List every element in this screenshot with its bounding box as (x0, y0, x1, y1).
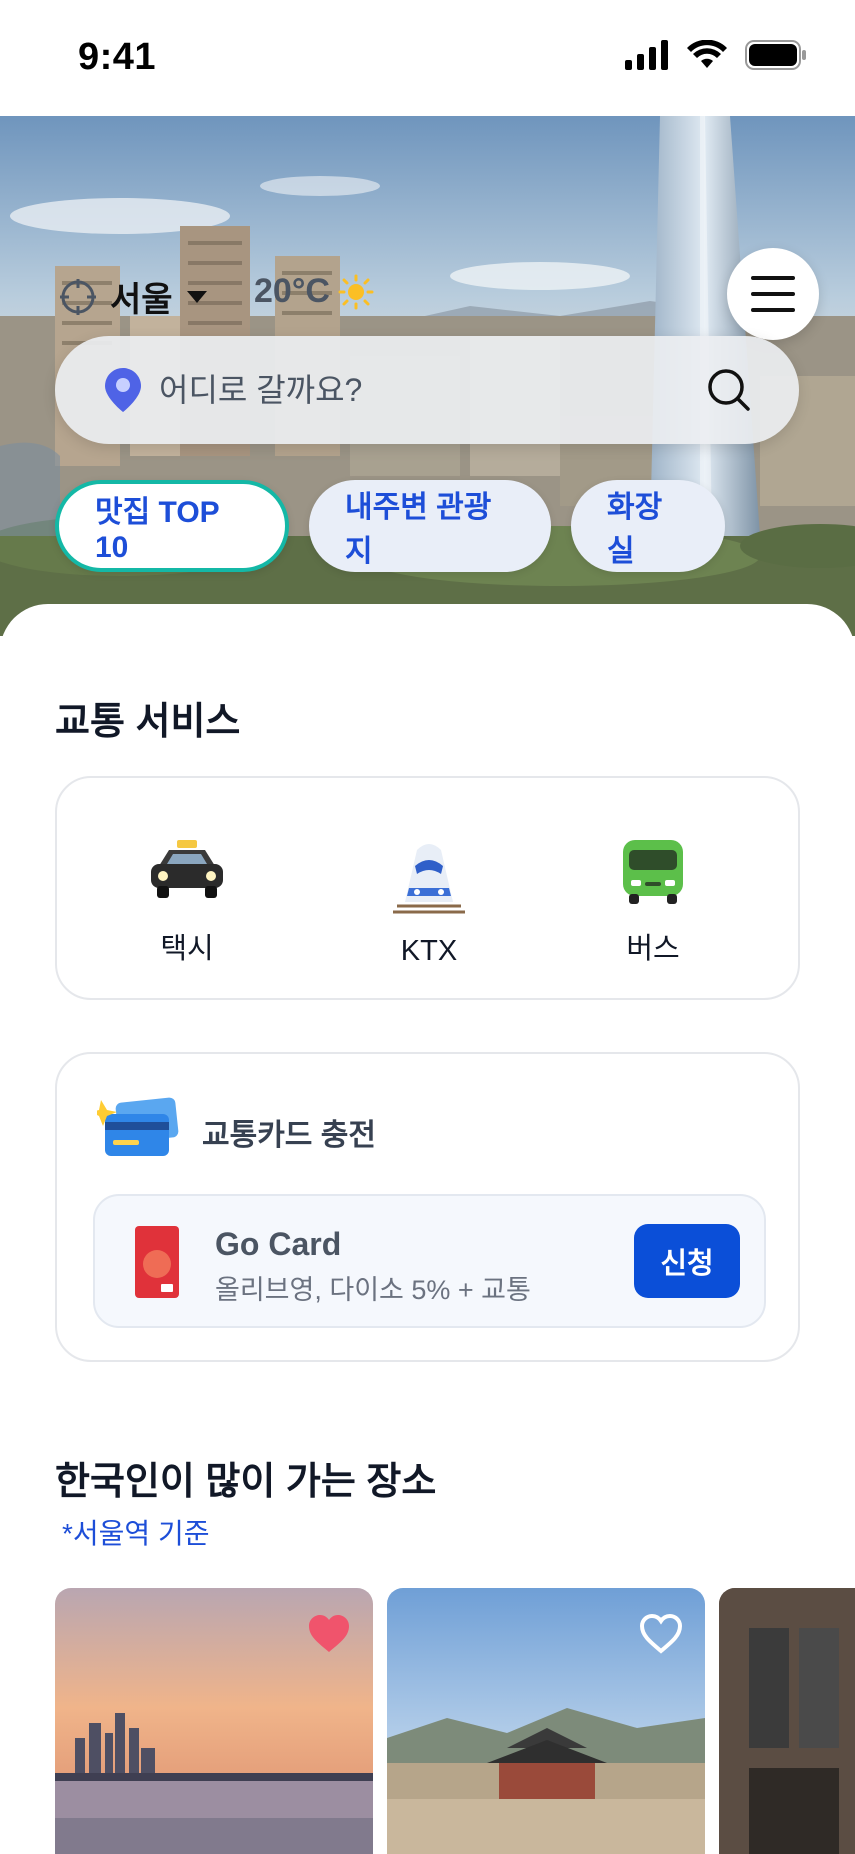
ktx-train-icon (393, 844, 465, 914)
sun-icon (338, 274, 374, 309)
location-selector[interactable]: 서울 (58, 272, 209, 321)
status-bar: 9:41 (0, 0, 855, 116)
place-card-han-river[interactable] (55, 1588, 373, 1854)
battery-icon (745, 40, 806, 70)
menu-line (751, 308, 795, 312)
chip-nearby-attractions[interactable]: 내주변 관광지 (309, 480, 551, 572)
credit-card-icon (97, 1097, 179, 1156)
transport-item-ktx[interactable]: KTX (359, 836, 499, 968)
go-card-name: Go Card (215, 1226, 342, 1262)
go-card-description: 올리브영, 다이소 5% + 교통 (215, 1275, 531, 1305)
transport-section-title: 교통 서비스 (55, 701, 241, 743)
bus-label: 버스 (626, 933, 680, 965)
caret-down-icon (186, 290, 207, 303)
transport-service-card: 택시 KTX 버스 (55, 776, 800, 1000)
search-icon[interactable] (707, 368, 751, 412)
popular-places-note: *서울역 기준 (62, 1518, 210, 1549)
popular-places-carousel[interactable] (55, 1588, 855, 1854)
locate-crosshair-icon (60, 278, 96, 315)
go-card-image (135, 1226, 179, 1298)
taxi-label: 택시 (160, 933, 214, 965)
wifi-icon (687, 40, 727, 68)
location-city: 서울 (110, 281, 173, 319)
transport-item-bus[interactable]: 버스 (583, 836, 723, 967)
menu-line (751, 292, 795, 296)
ktx-label: KTX (400, 935, 458, 967)
place-card-palace[interactable] (387, 1588, 705, 1854)
hamburger-menu-button[interactable] (727, 248, 819, 340)
street-cafe-image (719, 1588, 855, 1854)
quick-filter-chips: 맛집 TOP 10 내주변 관광지 화장실 (55, 480, 725, 572)
place-card-street-cafe[interactable] (719, 1588, 855, 1854)
signal-icon (625, 40, 668, 70)
chip-restroom[interactable]: 화장실 (571, 480, 725, 572)
heart-filled-icon[interactable] (307, 1614, 351, 1654)
go-card-offer[interactable]: Go Card 올리브영, 다이소 5% + 교통 신청 (93, 1194, 766, 1328)
charge-title: 교통카드 충전 (202, 1119, 376, 1152)
search-bar[interactable] (55, 336, 799, 444)
weather-widget: 20°C (254, 272, 374, 311)
apply-button[interactable]: 신청 (634, 1224, 740, 1298)
taxi-icon (151, 840, 223, 898)
status-icons (625, 40, 807, 70)
popular-places-title: 한국인이 많이 가는 장소 (55, 1461, 437, 1503)
search-input[interactable] (159, 371, 659, 409)
transport-item-taxi[interactable]: 택시 (117, 836, 257, 967)
bus-icon (623, 840, 683, 904)
map-pin-icon (105, 368, 141, 412)
transit-card-charge-card: 교통카드 충전 Go Card 올리브영, 다이소 5% + 교통 신청 (55, 1052, 800, 1362)
menu-line (751, 276, 795, 280)
chip-top10-restaurants[interactable]: 맛집 TOP 10 (55, 480, 289, 572)
status-time: 9:41 (78, 36, 157, 78)
weather-temperature: 20°C (254, 272, 330, 310)
heart-outline-icon[interactable] (639, 1614, 683, 1654)
